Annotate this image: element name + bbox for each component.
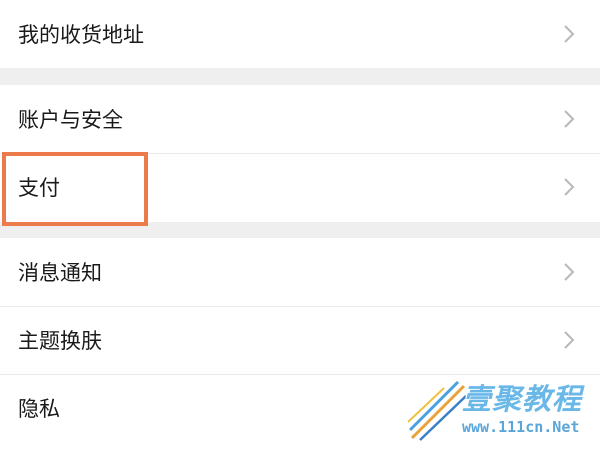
chevron-right-icon <box>564 263 575 281</box>
chevron-right-icon <box>564 25 575 43</box>
settings-item-label: 消息通知 <box>18 261 102 285</box>
chevron-right-icon <box>564 110 575 128</box>
settings-item-label: 主题换肤 <box>18 329 102 353</box>
watermark-url: www.111cn.Net <box>462 418 580 436</box>
settings-item-account-security[interactable]: 账户与安全 <box>0 85 600 153</box>
settings-item-label: 支付 <box>18 176 60 200</box>
settings-item-label: 账户与安全 <box>18 108 123 132</box>
settings-item-notifications[interactable]: 消息通知 <box>0 238 600 306</box>
chevron-right-icon <box>564 331 575 349</box>
settings-item-theme[interactable]: 主题换肤 <box>0 306 600 374</box>
chevron-right-icon <box>564 178 575 196</box>
watermark: 壹聚教程 www.111cn.Net <box>408 376 594 446</box>
settings-item-label: 隐私 <box>18 397 60 421</box>
watermark-logo-icon <box>408 380 467 441</box>
settings-item-payment[interactable]: 支付 <box>0 153 600 221</box>
settings-item-label: 我的收货地址 <box>18 23 144 47</box>
watermark-name: 壹聚教程 <box>462 382 583 416</box>
settings-item-shipping-address[interactable]: 我的收货地址 <box>0 0 600 68</box>
settings-group-account: 账户与安全 支付 <box>0 85 600 222</box>
settings-group-address: 我的收货地址 <box>0 0 600 68</box>
